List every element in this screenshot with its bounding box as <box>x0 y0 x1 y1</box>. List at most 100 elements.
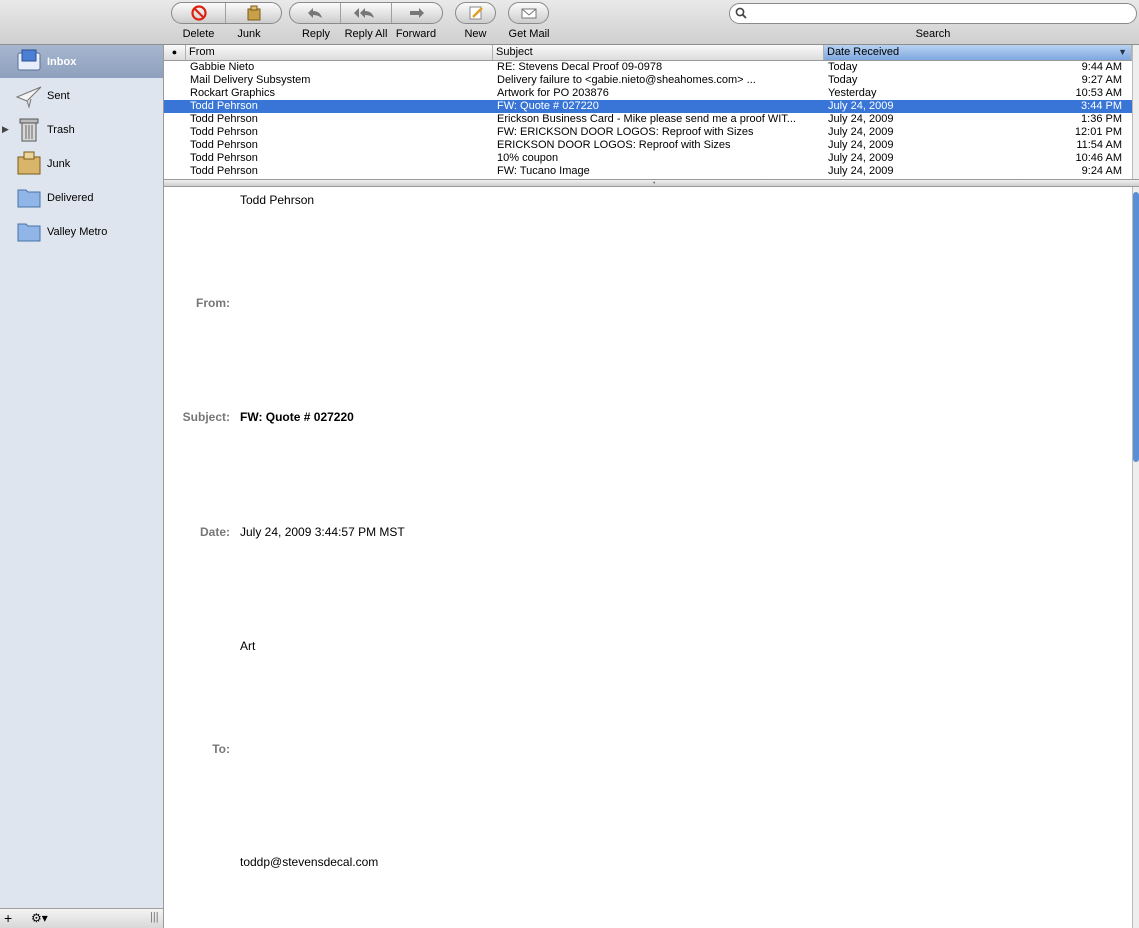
sort-descending-icon: ▼ <box>1118 47 1127 57</box>
sidebar-item-inbox[interactable]: Inbox <box>0 45 163 78</box>
row-from: Todd Pehrson <box>190 126 258 138</box>
search-label: Search <box>915 28 951 40</box>
row-subject: RE: Stevens Decal Proof 09-0978 <box>497 61 663 73</box>
subject-value: FW: Quote # 027220 <box>240 410 354 424</box>
row-time: 9:27 AM <box>1081 74 1122 86</box>
reply-icon <box>308 8 323 18</box>
sender-name-top: Todd Pehrson <box>240 193 315 207</box>
forward-icon <box>409 8 424 18</box>
row-subject: FW: ERICKSON DOOR LOGOS: Reproof with Si… <box>497 126 754 138</box>
disclosure-triangle-icon[interactable]: ▶ <box>2 124 9 135</box>
delete-icon <box>190 5 207 21</box>
row-date: July 24, 2009 <box>828 165 894 177</box>
reply-label: Reply <box>301 28 331 40</box>
table-row[interactable]: Todd Pehrson Erickson Business Card - Mik… <box>164 113 1132 126</box>
sidebar-item-label: Junk <box>47 157 71 170</box>
reply-all-button[interactable] <box>341 3 392 23</box>
row-time: 1:36 PM <box>1081 113 1122 125</box>
table-row[interactable]: Gabbie Nieto RE: Stevens Decal Proof 09-0… <box>164 61 1132 74</box>
to-header-label: To: <box>212 742 230 756</box>
folder-icon <box>17 223 41 242</box>
from-column-header[interactable]: From <box>186 45 493 60</box>
forward-button[interactable] <box>392 3 442 23</box>
new-message-button[interactable] <box>456 3 495 23</box>
add-mailbox-button[interactable]: + <box>4 910 12 926</box>
body-text: Art <box>240 639 256 653</box>
pane-splitter[interactable]: • <box>164 179 1139 187</box>
row-time: 10:53 AM <box>1075 87 1122 99</box>
unread-column-header[interactable]: ● <box>164 45 186 60</box>
list-scrollbar[interactable] <box>1132 45 1139 179</box>
new-label: New <box>464 28 487 40</box>
delete-junk-group <box>171 2 282 24</box>
reply-group <box>289 2 443 24</box>
row-date: July 24, 2009 <box>828 139 894 151</box>
date-column-header[interactable]: Date Received ▼ <box>824 45 1132 60</box>
date-column-label: Date Received <box>827 46 900 58</box>
new-group <box>455 2 496 24</box>
sidebar-item-delivered[interactable]: Delivered <box>0 181 163 214</box>
junk-button[interactable] <box>226 3 281 23</box>
row-time: 9:24 AM <box>1081 165 1122 177</box>
row-subject: Erickson Business Card - Mike please sen… <box>497 113 796 125</box>
search-input[interactable] <box>729 3 1137 24</box>
reply-all-label: Reply All <box>344 28 388 40</box>
row-date: July 24, 2009 <box>828 152 894 164</box>
table-row[interactable]: Todd Pehrson FW: ERICKSON DOOR LOGOS: Rep… <box>164 126 1132 139</box>
sidebar-item-junk[interactable]: Junk <box>0 147 163 180</box>
sidebar-item-label: Trash <box>47 123 75 136</box>
table-row[interactable]: Todd Pehrson ERICKSON DOOR LOGOS: Reproof… <box>164 139 1132 152</box>
reply-all-icon <box>354 8 374 18</box>
row-subject: FW: Tucano Image <box>497 165 590 177</box>
sidebar-item-label: Delivered <box>47 191 94 204</box>
table-row[interactable]: Todd Pehrson 10% coupon July 24, 2009 10:46… <box>164 152 1132 165</box>
sidebar-item-label: Sent <box>47 89 70 102</box>
date-header-label: Date: <box>199 525 230 539</box>
search-icon <box>735 7 747 19</box>
get-mail-label: Get Mail <box>508 28 550 40</box>
sidebar-item-label: Inbox <box>47 55 77 68</box>
delete-button[interactable] <box>172 3 227 23</box>
viewer-scroll-thumb[interactable] <box>1133 192 1139 462</box>
date-value: July 24, 2009 3:44:57 PM MST <box>240 525 405 539</box>
folder-icon <box>17 189 41 208</box>
sent-icon <box>15 86 42 109</box>
sidebar-item-sent[interactable]: Sent <box>0 79 163 112</box>
table-row[interactable]: Mail Delivery Subsystem Delivery failure … <box>164 74 1132 87</box>
junk-icon <box>17 151 41 175</box>
row-date: July 24, 2009 <box>828 100 894 112</box>
trash-icon <box>19 118 39 142</box>
row-date: July 24, 2009 <box>828 126 894 138</box>
sidebar-item-trash[interactable]: ▶ Trash <box>0 113 163 146</box>
action-gear-icon[interactable]: ⚙▾ <box>31 911 48 925</box>
row-date: July 24, 2009 <box>828 113 894 125</box>
resize-handle-icon[interactable]: ||| <box>150 911 159 923</box>
reply-button[interactable] <box>290 3 342 23</box>
forward-label: Forward <box>395 28 437 40</box>
to-address[interactable]: toddp@stevensdecal.com <box>240 855 378 869</box>
row-subject: 10% coupon <box>497 152 559 164</box>
list-header: ● From Subject Date Received ▼ <box>164 45 1132 61</box>
row-from: Todd Pehrson <box>190 113 258 125</box>
row-time: 9:44 AM <box>1081 61 1122 73</box>
get-mail-group <box>508 2 549 24</box>
sidebar-item-valley-metro[interactable]: Valley Metro <box>0 215 163 248</box>
row-date: Today <box>828 61 858 73</box>
from-header-label: From: <box>196 296 230 310</box>
table-row[interactable]: Todd Pehrson FW: Quote # 027220 July 24, 2… <box>164 100 1132 113</box>
row-date: Yesterday <box>828 87 877 99</box>
table-row[interactable]: Todd Pehrson FW: Tucano Image July 24, 200… <box>164 165 1132 178</box>
get-mail-button[interactable] <box>509 3 548 23</box>
splitter-grip-icon: • <box>653 180 656 187</box>
row-from: Todd Pehrson <box>190 165 258 177</box>
inbox-icon <box>17 49 41 71</box>
row-subject: ERICKSON DOOR LOGOS: Reproof with Sizes <box>497 139 731 151</box>
subject-column-header[interactable]: Subject <box>493 45 824 60</box>
row-from: Gabbie Nieto <box>190 61 255 73</box>
row-subject: FW: Quote # 027220 <box>497 100 599 112</box>
sidebar-item-label: Valley Metro <box>47 225 108 238</box>
subject-header-label: Subject: <box>182 410 230 424</box>
table-row[interactable]: Rockart Graphics Artwork for PO 203876 Yes… <box>164 87 1132 100</box>
row-from: Todd Pehrson <box>190 139 258 151</box>
compose-icon <box>469 6 483 20</box>
